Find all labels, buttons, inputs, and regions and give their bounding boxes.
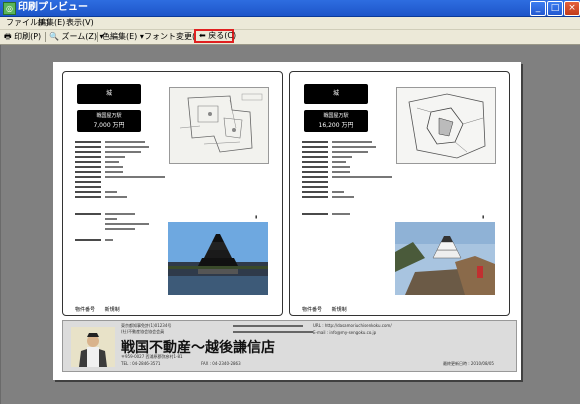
spec-list <box>75 140 167 243</box>
close-preview-button[interactable]: ⬅ 戻る(C) <box>194 29 237 43</box>
property-number-label: 物件番号 <box>75 307 96 313</box>
menu-edit[interactable]: 編集(E) <box>38 17 65 29</box>
text-line <box>233 331 313 333</box>
text-line <box>233 325 303 327</box>
menu-view[interactable]: 表示(V) <box>66 17 94 29</box>
app-icon: ◎ <box>3 2 16 15</box>
zoom-label: ズーム(Z) <box>61 32 97 41</box>
toolbar: 🖶 印刷(P) 🔍 ズーム(Z) ▾ 色編集(E) ▾ フォント変更(E) ▾ <box>0 30 580 45</box>
window-title: 印刷プレビュー <box>18 2 88 13</box>
photo-caption: ▮ <box>482 214 485 219</box>
phone-text: TEL : 04-2846-3571 <box>121 361 161 366</box>
price-value: 16,200 万円 <box>318 122 354 129</box>
url-text: URL : http://dasamoriuchisenkoku.com/ <box>313 323 392 328</box>
castle-photo <box>395 222 495 295</box>
minimize-button[interactable]: _ <box>530 1 546 16</box>
print-label: 印刷(P) <box>14 32 42 41</box>
property-number-value: 新規制 <box>104 307 120 313</box>
property-card: 城 戦国屋万駅 7,000 万円 ▮ 物件番号 新規制 <box>62 71 283 316</box>
price-box: 戦国屋万駅 16,200 万円 <box>304 110 368 132</box>
company-portrait <box>71 327 115 367</box>
company-banner: 東京都知事免許(1)01234号 (社)不動産協会協会会員 戦国不動産～越後謙信… <box>62 320 517 372</box>
close-label: 戻る(C) <box>208 31 237 40</box>
close-window-button[interactable]: × <box>564 1 580 16</box>
menu-bar: ファイル(F) 編集(E) 表示(V) <box>0 17 580 30</box>
zoom-button[interactable]: 🔍 ズーム(Z) ▾ <box>49 31 104 43</box>
property-badge: 城 <box>77 84 141 104</box>
property-badge: 城 <box>304 84 368 104</box>
price-label: 戦国屋万駅 <box>323 113 349 119</box>
printer-icon: 🖶 <box>4 32 12 41</box>
spec-list <box>302 140 394 217</box>
association-text: (社)不動産協会協会会員 <box>121 329 165 334</box>
updated-date: 最終更新日時 : 2010/08/05 <box>443 361 494 366</box>
property-number: 物件番号 新規制 <box>302 306 347 313</box>
address-text: 〒959-0027 西浦原郡弥彦村1-81 <box>121 354 183 359</box>
floor-plan-image <box>169 87 269 164</box>
email-text: E-mail : info@my-sengoku.co.jp <box>313 330 377 335</box>
exit-icon: ⬅ <box>199 31 206 40</box>
color-edit-label: 色編集(E) <box>102 32 138 41</box>
toolbar-separator <box>45 32 46 42</box>
fax-text: FAX : 04-2340-2863 <box>201 361 241 366</box>
print-page: 城 戦国屋万駅 7,000 万円 ▮ 物件番号 新規制 城 戦国屋万駅 16,2… <box>53 62 521 380</box>
title-bar: ◎ 印刷プレビュー _ □ × <box>0 0 580 17</box>
price-box: 戦国屋万駅 7,000 万円 <box>77 110 141 132</box>
toolbar-separator <box>97 32 98 42</box>
magnifier-icon: 🔍 <box>49 32 59 41</box>
property-number-label: 物件番号 <box>302 307 323 313</box>
preview-area[interactable]: 城 戦国屋万駅 7,000 万円 ▮ 物件番号 新規制 城 戦国屋万駅 16,2… <box>0 45 579 404</box>
property-card: 城 戦国屋万駅 16,200 万円 ▮ 物件番号 新規制 <box>289 71 510 316</box>
price-value: 7,000 万円 <box>93 122 125 129</box>
print-button[interactable]: 🖶 印刷(P) <box>4 31 41 43</box>
property-number: 物件番号 新規制 <box>75 306 120 313</box>
floor-plan-image <box>396 87 496 164</box>
price-label: 戦国屋万駅 <box>96 113 122 119</box>
maximize-button[interactable]: □ <box>547 1 563 16</box>
property-number-value: 新規制 <box>331 307 347 313</box>
color-edit-button[interactable]: 色編集(E) ▾ <box>102 31 144 43</box>
photo-caption: ▮ <box>255 214 258 219</box>
castle-photo <box>168 222 268 295</box>
